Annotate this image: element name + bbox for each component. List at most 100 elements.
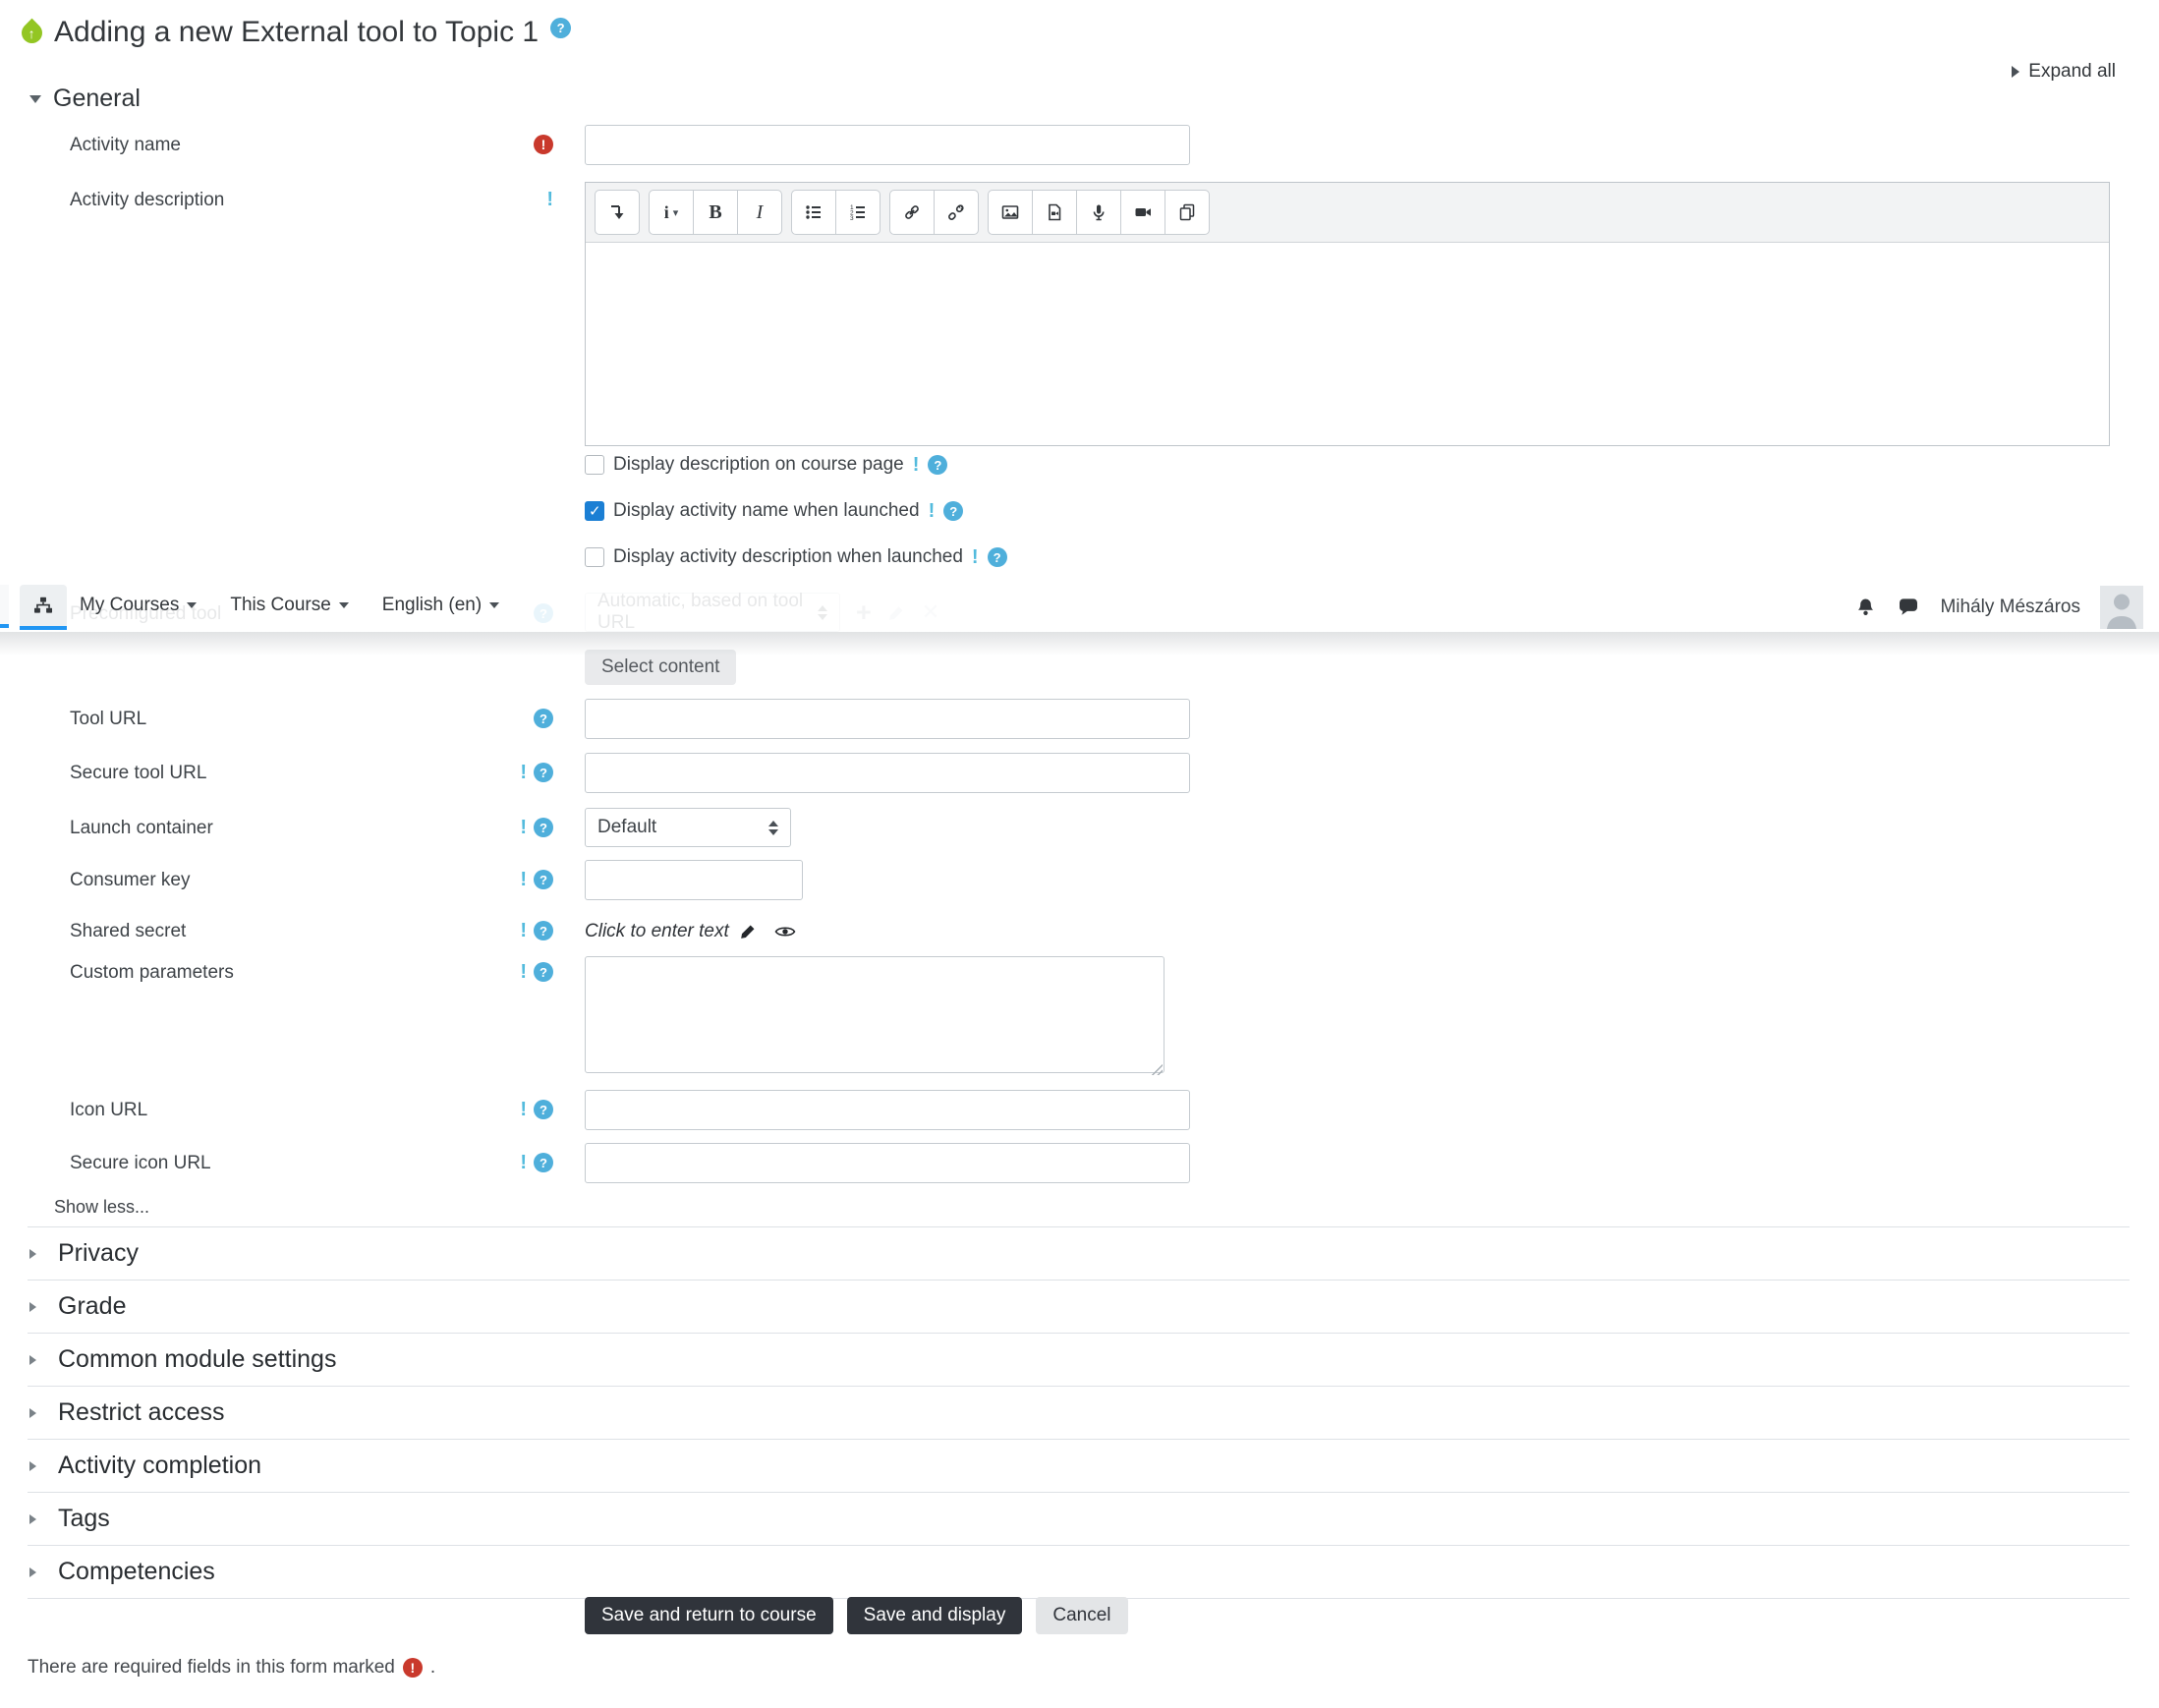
custom-parameters-textarea[interactable] <box>585 956 1165 1073</box>
record-audio-icon[interactable] <box>1076 190 1121 235</box>
tool-url-input[interactable] <box>585 699 1190 739</box>
tool-url-row: Tool URL ? <box>0 699 2159 739</box>
shared-secret-row: Shared secret !? Click to enter text <box>0 921 2159 942</box>
advanced-icon: ! <box>520 961 527 983</box>
secure-tool-url-input[interactable] <box>585 753 1190 793</box>
activity-name-input[interactable] <box>585 125 1190 165</box>
custom-parameters-label: Custom parameters <box>70 962 234 983</box>
icon-url-input[interactable] <box>585 1090 1190 1130</box>
section-tags[interactable]: Tags <box>28 1493 2130 1546</box>
ordered-list-icon[interactable]: 123 <box>835 190 881 235</box>
chevron-down-icon <box>489 602 500 608</box>
help-icon[interactable]: ? <box>534 763 553 782</box>
collapse-toolbar-icon[interactable] <box>595 190 640 235</box>
help-icon[interactable]: ? <box>987 547 1007 567</box>
nav-this-course[interactable]: This Course <box>230 595 349 616</box>
chevron-down-icon <box>29 94 41 103</box>
secure-icon-url-input[interactable] <box>585 1143 1190 1183</box>
section-activity-completion[interactable]: Activity completion <box>28 1440 2130 1493</box>
bold-icon[interactable]: B <box>693 190 738 235</box>
display-activity-description-checkbox[interactable] <box>585 547 604 567</box>
help-icon[interactable]: ? <box>534 709 553 728</box>
description-editing-area[interactable] <box>586 243 2109 445</box>
shared-secret-value[interactable]: Click to enter text <box>585 921 729 942</box>
tool-url-label: Tool URL <box>70 709 147 729</box>
manage-files-icon[interactable] <box>1165 190 1210 235</box>
unordered-list-icon[interactable] <box>791 190 836 235</box>
unlink-icon[interactable] <box>934 190 979 235</box>
paragraph-styles-icon[interactable]: i ▾ <box>649 190 694 235</box>
help-icon[interactable]: ? <box>943 501 964 521</box>
sitemap-tab[interactable] <box>20 585 67 630</box>
chevron-right-icon <box>29 1513 36 1524</box>
advanced-icon: ! <box>520 1099 527 1120</box>
help-icon[interactable]: ? <box>534 818 553 837</box>
help-icon[interactable]: ? <box>534 870 553 889</box>
nav-language[interactable]: English (en) <box>382 595 500 616</box>
help-icon[interactable]: ? <box>534 962 553 982</box>
advanced-icon: ! <box>546 189 553 210</box>
section-restrict-access[interactable]: Restrict access <box>28 1387 2130 1440</box>
chevron-right-icon <box>29 1354 36 1365</box>
consumer-key-input[interactable] <box>585 860 803 900</box>
editor-toolbar: i ▾ B I 123 <box>586 183 2109 243</box>
section-grade[interactable]: Grade <box>28 1281 2130 1334</box>
form-actions: Save and return to course Save and displ… <box>585 1597 1128 1634</box>
help-icon[interactable]: ? <box>534 921 553 940</box>
display-activity-name-checkbox[interactable] <box>585 501 604 521</box>
nav-menus: My Courses This Course English (en) <box>80 583 500 628</box>
rich-text-editor: i ▾ B I 123 <box>585 182 2110 446</box>
display-description-row: Display description on course page ! ? <box>585 454 948 476</box>
chevron-right-icon <box>29 1407 36 1418</box>
chevron-down-icon <box>338 602 349 608</box>
sitemap-icon <box>33 597 53 613</box>
save-and-display-button[interactable]: Save and display <box>846 1597 1023 1634</box>
expand-all-link[interactable]: Expand all <box>2012 61 2116 83</box>
pencil-icon[interactable] <box>739 923 757 940</box>
help-icon[interactable]: ? <box>534 1100 553 1119</box>
secure-tool-url-row: Secure tool URL !? <box>0 753 2159 793</box>
help-icon[interactable]: ? <box>534 1153 553 1172</box>
select-content-button[interactable]: Select content <box>585 650 737 685</box>
required-fields-note: There are required fields in this form m… <box>28 1657 436 1678</box>
record-video-icon[interactable] <box>1120 190 1165 235</box>
nav-my-courses[interactable]: My Courses <box>80 595 198 616</box>
section-general-header[interactable]: General <box>29 85 141 113</box>
display-activity-description-label: Display activity description when launch… <box>613 546 963 567</box>
expand-all-label: Expand all <box>2028 61 2116 82</box>
page-title: Adding a new External tool to Topic 1 <box>54 16 540 48</box>
nav-tab-partial[interactable] <box>0 585 9 628</box>
secure-icon-url-row: Secure icon URL !? <box>0 1143 2159 1183</box>
activity-name-label: Activity name <box>70 135 181 155</box>
help-icon[interactable]: ? <box>928 455 948 475</box>
section-privacy[interactable]: Privacy <box>28 1227 2130 1281</box>
link-icon[interactable] <box>889 190 935 235</box>
italic-icon[interactable]: I <box>737 190 782 235</box>
show-less-link[interactable]: Show less... <box>54 1197 149 1218</box>
cancel-button[interactable]: Cancel <box>1036 1597 1128 1634</box>
activity-description-row: Activity description ! i ▾ B I 1 2 3 <box>0 182 2159 446</box>
section-common-module-settings[interactable]: Common module settings <box>28 1334 2130 1387</box>
avatar[interactable] <box>2100 586 2143 629</box>
advanced-icon: ! <box>520 817 527 838</box>
save-and-return-button[interactable]: Save and return to course <box>585 1597 833 1634</box>
chevron-right-icon <box>29 1301 36 1312</box>
user-name[interactable]: Mihály Mészáros <box>1940 597 2080 618</box>
help-icon[interactable]: ? <box>550 17 572 38</box>
launch-container-select[interactable]: Default <box>585 808 791 847</box>
insert-media-icon[interactable] <box>1032 190 1077 235</box>
bell-icon[interactable] <box>1854 597 1877 619</box>
display-description-label: Display description on course page <box>613 454 904 475</box>
section-competencies[interactable]: Competencies <box>28 1546 2130 1599</box>
display-activity-name-label: Display activity name when launched <box>613 500 920 521</box>
insert-image-icon[interactable] <box>988 190 1033 235</box>
display-description-checkbox[interactable] <box>585 455 604 475</box>
chevron-right-icon <box>29 1460 36 1471</box>
required-icon: ! <box>534 135 553 154</box>
secure-icon-url-label: Secure icon URL <box>70 1153 211 1173</box>
display-activity-name-row: Display activity name when launched ! ? <box>585 500 964 522</box>
navbar: My Courses This Course English (en) Mihá… <box>0 583 2159 632</box>
eye-icon[interactable] <box>774 924 796 939</box>
messages-icon[interactable] <box>1897 596 1920 619</box>
advanced-icon: ! <box>520 869 527 890</box>
